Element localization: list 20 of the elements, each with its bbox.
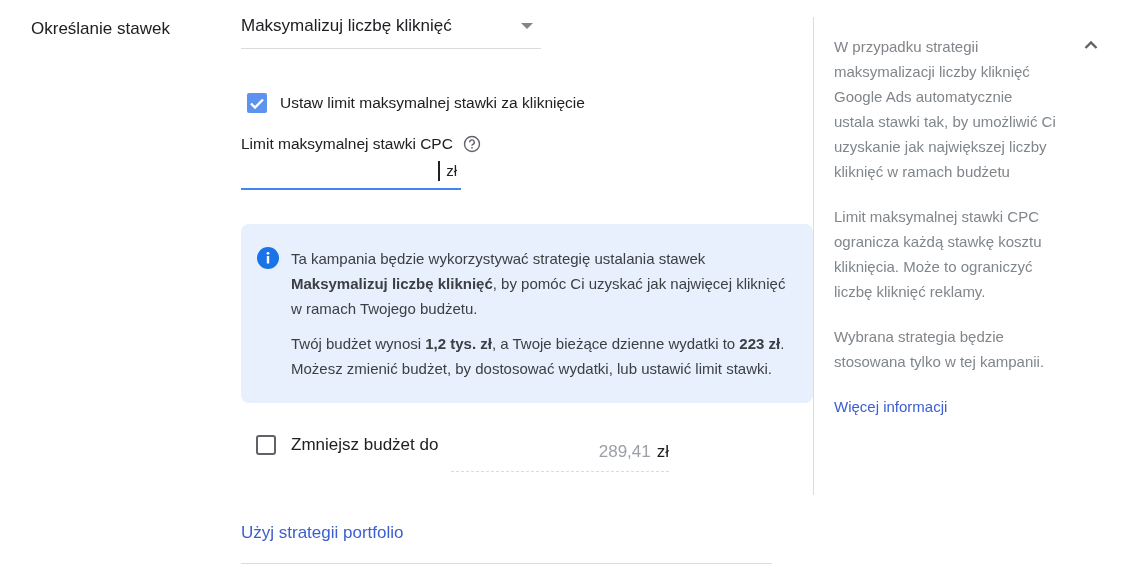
max-cpc-field[interactable]: zł [241,153,461,190]
field-label: Limit maksymalnej stawki CPC [241,135,453,153]
info-text: Twój budżet wynosi 1,2 tys. zł, a Twoje bieżące dzienne wydatki to 223 zł. Możesz zmienić budżet, by dostosować wydatki, lub ustawić limit stawki. [291,334,786,379]
dropdown-arrow-icon [521,22,533,29]
info-text: Ta kampania będzie wykorzystywać strategię ustalania stawek Maksymalizuj liczbę kliknięć, by pomóc Ci uzyskać jak najwięcej kliknięć w ramach Twojego budżetu. [291,249,787,319]
checkbox-label: Ustaw limit maksymalnej stawki za kliknięcie [280,94,585,112]
info-icon [257,247,279,269]
collapse-chevron-icon[interactable] [1084,40,1098,49]
section-label: Określanie stawek [31,19,170,38]
strategy-dropdown[interactable]: Maksymalizuj liczbę kliknięć [241,0,541,49]
portfolio-strategy-link[interactable]: Użyj strategii portfolio [241,523,404,543]
checkbox[interactable] [246,92,268,114]
checkbox[interactable] [255,434,277,456]
help-text: W przypadku strategii maksymalizacji liczby kliknięć Google Ads automatycznie ustala stawki tak, by umożliwić Ci uzyskanie jak największej liczby kliknięć w ramach budżetu [834,37,1056,182]
help-icon[interactable] [462,135,481,153]
more-info-link[interactable]: Więcej informacji [834,398,948,415]
help-text: Wybrana strategia będzie stosowana tylko w tej kampanii. [834,327,1046,372]
checkbox-label: Zmniejsz budżet do [291,435,440,455]
budget-amount-field[interactable]: 289,41 zł [451,432,669,472]
help-text: Limit maksymalnej stawki CPC ogranicza każdą stawkę kosztu kliknięcia. Może to ograniczyć liczbę kliknięć reklamy. [834,207,1043,302]
